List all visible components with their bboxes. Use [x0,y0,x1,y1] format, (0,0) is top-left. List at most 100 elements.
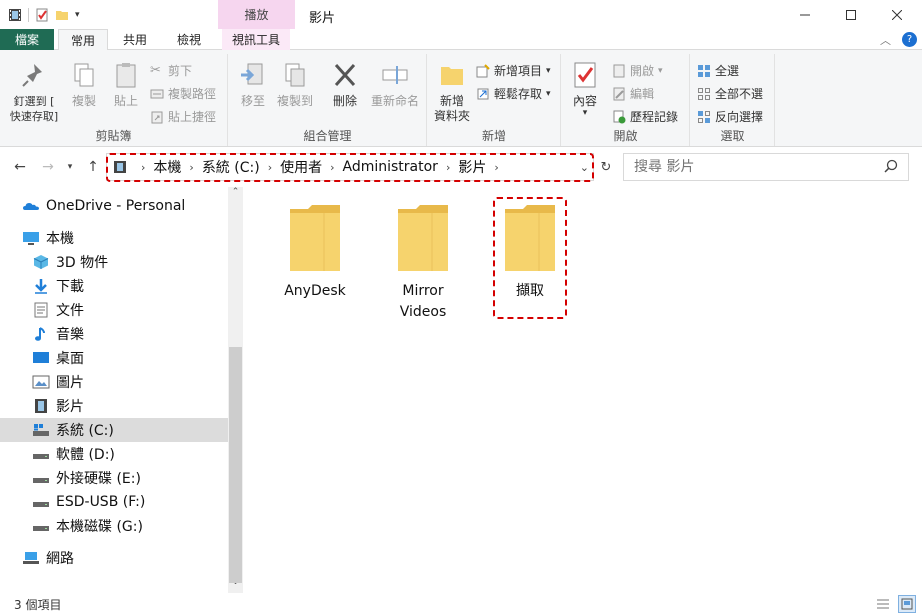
close-button[interactable] [874,0,920,29]
new-folder-icon[interactable] [55,8,69,22]
sidebar-item-local-disk-g[interactable]: 本機磁碟 (G:) [32,514,228,538]
breadcrumb-separator-icon: › [445,160,451,174]
sidebar-item-label: 本機磁碟 (G:) [56,519,143,535]
drive-icon [32,494,50,510]
select-none-button[interactable]: 全部不選 [697,85,763,102]
maximize-button[interactable] [828,0,874,29]
sidebar-item-esd-usb-f[interactable]: ESD-USB (F:) [32,490,228,514]
history-icon [612,110,626,124]
select-none-icon [697,87,711,101]
folder-anydesk[interactable]: AnyDesk [268,201,362,302]
address-bar[interactable]: › 本機 › 系統 (C:) › 使用者 › Administrator › 影… [106,153,594,181]
invert-selection-icon [697,110,711,124]
tab-view[interactable]: 檢視 [164,29,214,50]
breadcrumb-separator-icon: › [189,160,194,174]
group-new: 新增 資料夾 新增項目 ▾ 輕鬆存取 ▾ 新增 [428,54,561,146]
copy-path-button[interactable]: 複製路徑 [150,85,216,102]
properties-check-icon[interactable] [35,8,49,22]
new-folder-label: 新增 資料夾 [433,94,470,123]
breadcrumb-users[interactable]: 使用者 [280,157,322,177]
film-icon [8,8,22,22]
collapse-ribbon-icon[interactable]: ︿ [880,32,891,48]
item-count: 3 個項目 [14,597,62,612]
easy-access-button[interactable]: 輕鬆存取 ▾ [476,85,551,102]
qa-dropdown-icon[interactable]: ▾ [75,10,80,20]
refresh-button[interactable]: ↻ [596,157,616,177]
history-button[interactable]: 歷程記錄 [612,108,678,125]
sidebar-item-3d-objects[interactable]: 3D 物件 [32,250,228,274]
sidebar-item-onedrive[interactable]: OneDrive - Personal [22,194,228,218]
group-label-new: 新增 [481,129,506,143]
sidebar-item-label: 圖片 [56,375,84,391]
up-button[interactable]: ↑ [83,157,103,177]
drive-icon [32,446,50,462]
tab-video-tools[interactable]: 視訊工具 [222,29,290,50]
edit-label: 編輯 [630,87,655,101]
sidebar-item-label: 外接硬碟 (E:) [56,471,141,487]
breadcrumb-videos[interactable]: 影片 [458,157,486,177]
large-icons-view-icon[interactable] [898,595,916,613]
help-icon[interactable]: ? [902,32,917,47]
sidebar-item-music[interactable]: 音樂 [32,322,228,346]
paste-shortcut-button[interactable]: 貼上捷徑 [150,108,216,125]
breadcrumb-system-c[interactable]: 系統 (C:) [202,157,260,177]
group-open: 內容 ▾ 開啟 ▾ 編輯 歷程記錄 開啟 [562,54,690,146]
sidebar-item-software-d[interactable]: 軟體 (D:) [32,442,228,466]
select-all-button[interactable]: 全選 [697,62,739,79]
copy-to-button[interactable]: 複製到 [275,60,315,109]
folder-mirror-videos[interactable]: Mirror Videos [376,201,470,323]
sidebar-item-label: OneDrive - Personal [46,198,186,214]
open-button[interactable]: 開啟 ▾ [612,62,663,79]
properties-button[interactable]: 內容 ▾ [566,60,604,118]
sidebar-item-label: 軟體 (D:) [56,447,115,463]
paste-button[interactable]: 貼上 [106,60,146,109]
tab-home[interactable]: 常用 [58,29,108,51]
cut-button[interactable]: ✂ 剪下 [150,62,192,79]
window-title: 影片 [309,11,336,26]
breadcrumb-administrator[interactable]: Administrator [343,159,438,175]
move-to-button[interactable]: 移至 [235,60,271,109]
search-icon [884,159,898,176]
sidebar-scrollbar-thumb[interactable] [229,347,242,583]
delete-button[interactable]: 刪除 [327,60,363,109]
new-item-icon [476,63,490,78]
delete-x-icon [334,63,356,87]
sidebar-item-documents[interactable]: 文件 [32,298,228,322]
recent-locations-button[interactable]: ▾ [60,157,80,177]
download-icon [32,278,50,294]
forward-button[interactable]: → [38,157,58,177]
sidebar-item-desktop[interactable]: 桌面 [32,346,228,370]
new-item-button[interactable]: 新增項目 ▾ [476,62,551,79]
back-button[interactable]: ← [10,157,30,177]
forward-arrow-icon: → [42,159,54,175]
copy-button[interactable]: 複製 [64,60,104,109]
details-view-icon[interactable] [876,597,890,614]
minimize-button[interactable] [782,0,828,29]
chevron-down-icon: ▾ [67,162,73,172]
sidebar-item-network[interactable]: 網路 [22,546,228,570]
network-icon [22,550,40,566]
search-input[interactable] [634,159,864,175]
pin-quick-access-button[interactable]: 釘選到 [ 快速存取] [6,60,62,124]
sidebar-item-this-pc[interactable]: 本機 [22,226,228,250]
search-box[interactable] [623,153,909,181]
sidebar-item-videos[interactable]: 影片 [32,394,228,418]
scroll-up-icon[interactable]: ⌃ [228,187,243,201]
sidebar-item-downloads[interactable]: 下載 [32,274,228,298]
invert-selection-button[interactable]: 反向選擇 [697,108,763,125]
rename-button[interactable]: 重新命名 [367,60,423,109]
breadcrumb-this-pc[interactable]: 本機 [153,157,181,177]
sidebar-item-system-c[interactable]: 系統 (C:) [0,418,228,442]
sidebar-item-external-e[interactable]: 外接硬碟 (E:) [32,466,228,490]
tab-file[interactable]: 檔案 [0,29,54,50]
edit-button[interactable]: 編輯 [612,85,654,102]
new-folder-button[interactable]: 新增 資料夾 [430,60,474,124]
ribbon-tab-strip: 檔案 常用 共用 檢視 視訊工具 ︿ ? [0,29,922,51]
tab-share[interactable]: 共用 [112,29,158,50]
file-list: AnyDesk Mirror Videos 擷取 [243,187,922,593]
sidebar-item-pictures[interactable]: 圖片 [32,370,228,394]
address-dropdown-icon[interactable]: ⌄ [580,161,589,174]
group-organize: 移至 複製到 刪除 重新命名 組合管理 [229,54,427,146]
group-clipboard: 釘選到 [ 快速存取] 複製 貼上 ✂ 剪下 複製路徑 貼上捷徑 剪貼簿 [0,54,228,146]
context-tab-play[interactable]: 播放 [218,0,295,29]
